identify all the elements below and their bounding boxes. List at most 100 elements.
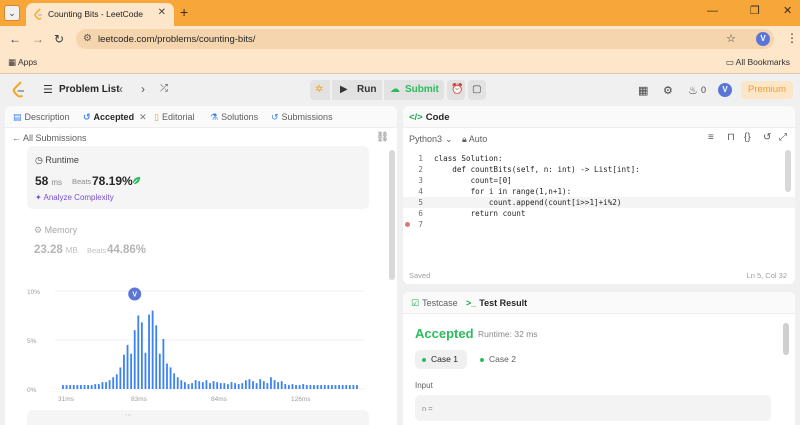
code-text[interactable]: for i in range(1,n+1): — [434, 186, 572, 197]
code-line[interactable]: 7 — [403, 219, 795, 230]
code-preview-card[interactable]: ⋯ — [27, 410, 369, 425]
distribution-bar[interactable] — [83, 385, 86, 389]
case-1-tab[interactable]: Case 1 — [415, 350, 467, 369]
tab-test-result[interactable]: >_ Test Result — [466, 298, 527, 308]
code-text[interactable]: class Solution: — [434, 153, 503, 164]
distribution-bar[interactable] — [187, 384, 190, 389]
distribution-bar[interactable] — [87, 385, 89, 389]
share-link-icon[interactable]: ⛓ — [376, 132, 389, 143]
code-line[interactable]: 6 return count — [403, 208, 795, 219]
distribution-bar[interactable] — [262, 381, 265, 389]
url-bar[interactable]: ⚙ leetcode.com/problems/counting-bits/ ☆… — [76, 29, 774, 49]
distribution-bar[interactable] — [209, 383, 211, 389]
distribution-bar[interactable] — [241, 383, 244, 389]
distribution-bar[interactable] — [130, 353, 133, 389]
distribution-bar[interactable] — [173, 373, 176, 389]
breakpoint-dot[interactable] — [405, 222, 410, 227]
distribution-bar[interactable] — [295, 385, 297, 389]
distribution-bar[interactable] — [248, 379, 251, 389]
problem-list-icon[interactable]: ☰ — [43, 83, 53, 96]
code-line-active[interactable]: 5 count.append(count[i>>1]+i%2) — [403, 197, 795, 208]
distribution-bar[interactable] — [65, 385, 68, 389]
submit-button[interactable]: ☁ Submit — [384, 80, 444, 100]
distribution-bar[interactable] — [205, 380, 208, 389]
distribution-bar[interactable] — [338, 385, 340, 389]
distribution-bar[interactable] — [244, 380, 247, 389]
problem-list-link[interactable]: Problem List — [59, 84, 120, 95]
distribution-bar[interactable] — [176, 377, 179, 389]
code-line[interactable]: 3 count=[0] — [403, 175, 795, 186]
result-panel-scrollbar[interactable] — [783, 323, 789, 355]
distribution-bar[interactable] — [352, 385, 355, 389]
distribution-bar[interactable] — [255, 383, 258, 389]
language-select[interactable]: Python3 ⌄ — [409, 134, 453, 145]
new-tab-icon[interactable]: + — [180, 5, 188, 19]
distribution-bar[interactable] — [216, 382, 219, 389]
distribution-bar[interactable] — [230, 382, 233, 389]
code-area[interactable]: 1 class Solution: 2 def countBits(self, n… — [403, 153, 795, 233]
distribution-bar[interactable] — [266, 383, 269, 389]
code-text[interactable]: count.append(count[i>>1]+i%2) — [434, 197, 622, 208]
braces-icon[interactable]: {} — [744, 132, 751, 143]
distribution-bar[interactable] — [90, 385, 93, 389]
distribution-bar[interactable] — [348, 385, 351, 389]
distribution-bar[interactable] — [284, 384, 287, 389]
shuffle-icon[interactable]: ⤮ — [160, 83, 168, 94]
distribution-bar[interactable] — [112, 377, 115, 389]
browser-menu-icon[interactable]: ⋮ — [786, 31, 798, 45]
distribution-bar[interactable] — [334, 385, 337, 389]
format-icon[interactable]: ≡ — [708, 132, 714, 143]
distribution-bar[interactable] — [140, 322, 143, 389]
distribution-bar[interactable] — [341, 385, 344, 389]
layout-grid-icon[interactable]: ▦ — [638, 84, 648, 97]
back-arrow-icon[interactable]: ← — [9, 33, 21, 45]
all-submissions-link[interactable]: ← All Submissions — [12, 133, 87, 143]
reload-icon[interactable]: ↻ — [54, 33, 64, 45]
distribution-bar[interactable] — [234, 383, 236, 389]
leetcode-logo-icon[interactable] — [11, 81, 27, 99]
distribution-bar[interactable] — [69, 385, 72, 389]
distribution-bar[interactable] — [270, 377, 272, 389]
profile-avatar[interactable]: V — [756, 32, 770, 46]
case-2-tab[interactable]: Case 2 — [473, 350, 525, 369]
distribution-bar[interactable] — [320, 385, 323, 389]
restore-icon[interactable]: ❐ — [750, 6, 760, 17]
tab-editorial[interactable]: ▯ Editorial — [154, 112, 194, 123]
distribution-bar[interactable] — [331, 385, 333, 389]
code-text[interactable]: def countBits(self, n: int) -> List[int]… — [434, 164, 639, 175]
distribution-bar[interactable] — [237, 384, 240, 389]
distribution-bar[interactable] — [356, 385, 358, 389]
tab-solutions[interactable]: ⚗ Solutions — [210, 112, 258, 123]
distribution-bar[interactable] — [184, 382, 186, 389]
distribution-bar[interactable] — [151, 310, 154, 389]
distribution-bar[interactable] — [191, 383, 193, 389]
distribution-bar[interactable] — [223, 383, 226, 389]
distribution-bar[interactable] — [62, 385, 64, 389]
distribution-bar[interactable] — [123, 354, 125, 389]
runtime-distribution-chart[interactable]: 10% 5% 0% 31ms 83ms 84ms 126ms V — [25, 286, 371, 404]
apps-bookmark[interactable]: ▦ Apps — [8, 57, 37, 68]
tab-search-button[interactable]: ⌄ — [4, 5, 20, 21]
timer-button[interactable]: ⏰ — [447, 80, 465, 100]
distribution-bar[interactable] — [76, 385, 79, 389]
distribution-bar[interactable] — [119, 367, 122, 389]
reset-icon[interactable]: ↺ — [763, 132, 771, 143]
distribution-bar[interactable] — [345, 385, 348, 389]
distribution-bar[interactable] — [280, 381, 283, 389]
distribution-bar[interactable] — [115, 374, 118, 389]
distribution-bar[interactable] — [309, 385, 312, 389]
distribution-bar[interactable] — [94, 384, 97, 389]
premium-button[interactable]: Premium — [741, 81, 793, 99]
analyze-complexity-button[interactable]: ✦ Analyze Complexity — [35, 193, 114, 202]
distribution-bar[interactable] — [194, 380, 197, 389]
close-tab-icon[interactable]: ✕ — [139, 112, 147, 122]
distribution-bar[interactable] — [169, 367, 172, 389]
browser-tab[interactable]: Counting Bits - LeetCode ✕ — [26, 3, 174, 26]
distribution-bar[interactable] — [162, 339, 165, 389]
distribution-bar[interactable] — [148, 314, 150, 389]
run-button[interactable]: ▶ Run — [332, 80, 382, 100]
code-text[interactable]: return count — [434, 208, 526, 219]
distribution-bar[interactable] — [277, 382, 280, 389]
bookmark-icon[interactable]: ⊓ — [727, 132, 735, 143]
tab-submissions[interactable]: ↺ Submissions — [271, 112, 333, 123]
